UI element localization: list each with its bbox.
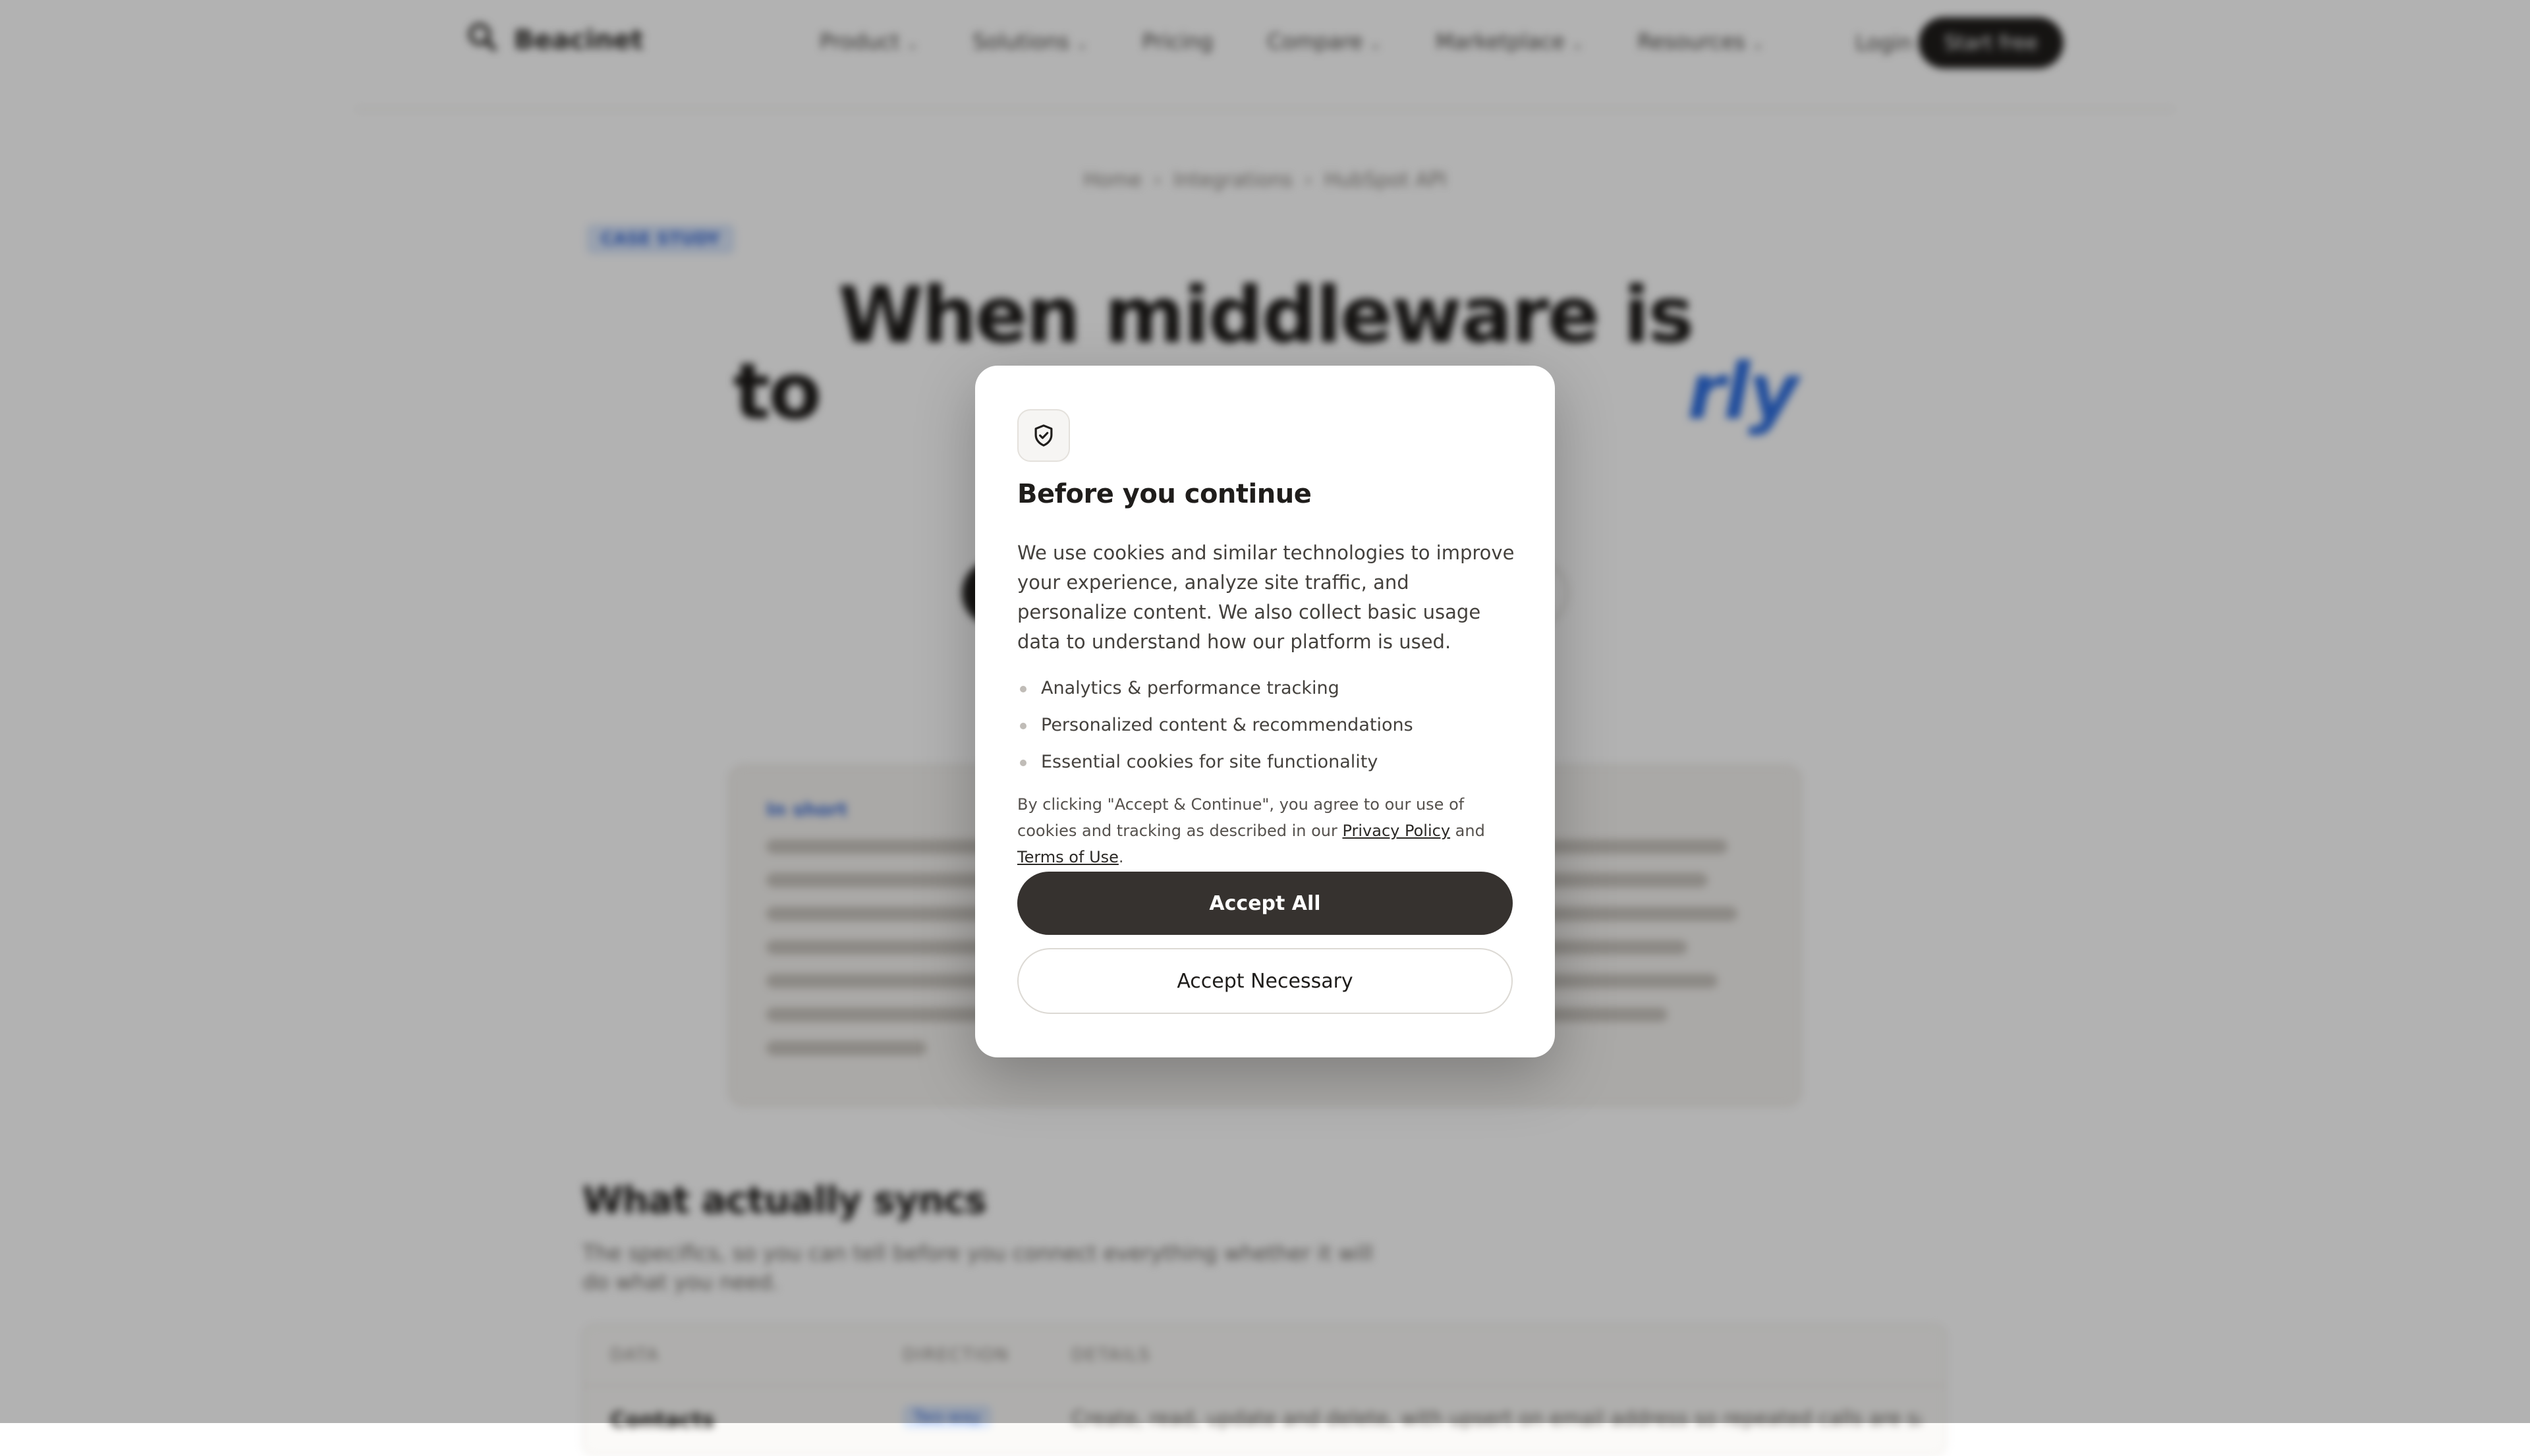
cookie-consent-modal: Before you continue We use cookies and s… — [975, 366, 1555, 1057]
cookie-purpose-list: Analytics & performance tracking Persona… — [1017, 670, 1518, 781]
shield-check-icon — [1017, 409, 1070, 462]
modal-title: Before you continue — [1017, 479, 1311, 509]
legal-text: . — [1119, 848, 1124, 866]
bullet-icon — [1020, 686, 1026, 692]
list-item: Personalized content & recommendations — [1017, 707, 1518, 744]
list-item: Analytics & performance tracking — [1017, 670, 1518, 707]
legal-text: and — [1450, 822, 1485, 840]
list-item: Essential cookies for site functionality — [1017, 744, 1518, 781]
list-item-label: Analytics & performance tracking — [1041, 678, 1339, 698]
accept-all-button[interactable]: Accept All — [1017, 872, 1513, 935]
accept-necessary-button[interactable]: Accept Necessary — [1017, 948, 1513, 1014]
bullet-icon — [1020, 760, 1026, 766]
list-item-label: Essential cookies for site functionality — [1041, 752, 1378, 772]
terms-of-use-link[interactable]: Terms of Use — [1017, 848, 1119, 866]
modal-description: We use cookies and similar technologies … — [1017, 538, 1518, 657]
bullet-icon — [1020, 723, 1026, 729]
legal-notice: By clicking "Accept & Continue", you agr… — [1017, 791, 1525, 870]
privacy-policy-link[interactable]: Privacy Policy — [1342, 822, 1450, 840]
list-item-label: Personalized content & recommendations — [1041, 715, 1413, 735]
